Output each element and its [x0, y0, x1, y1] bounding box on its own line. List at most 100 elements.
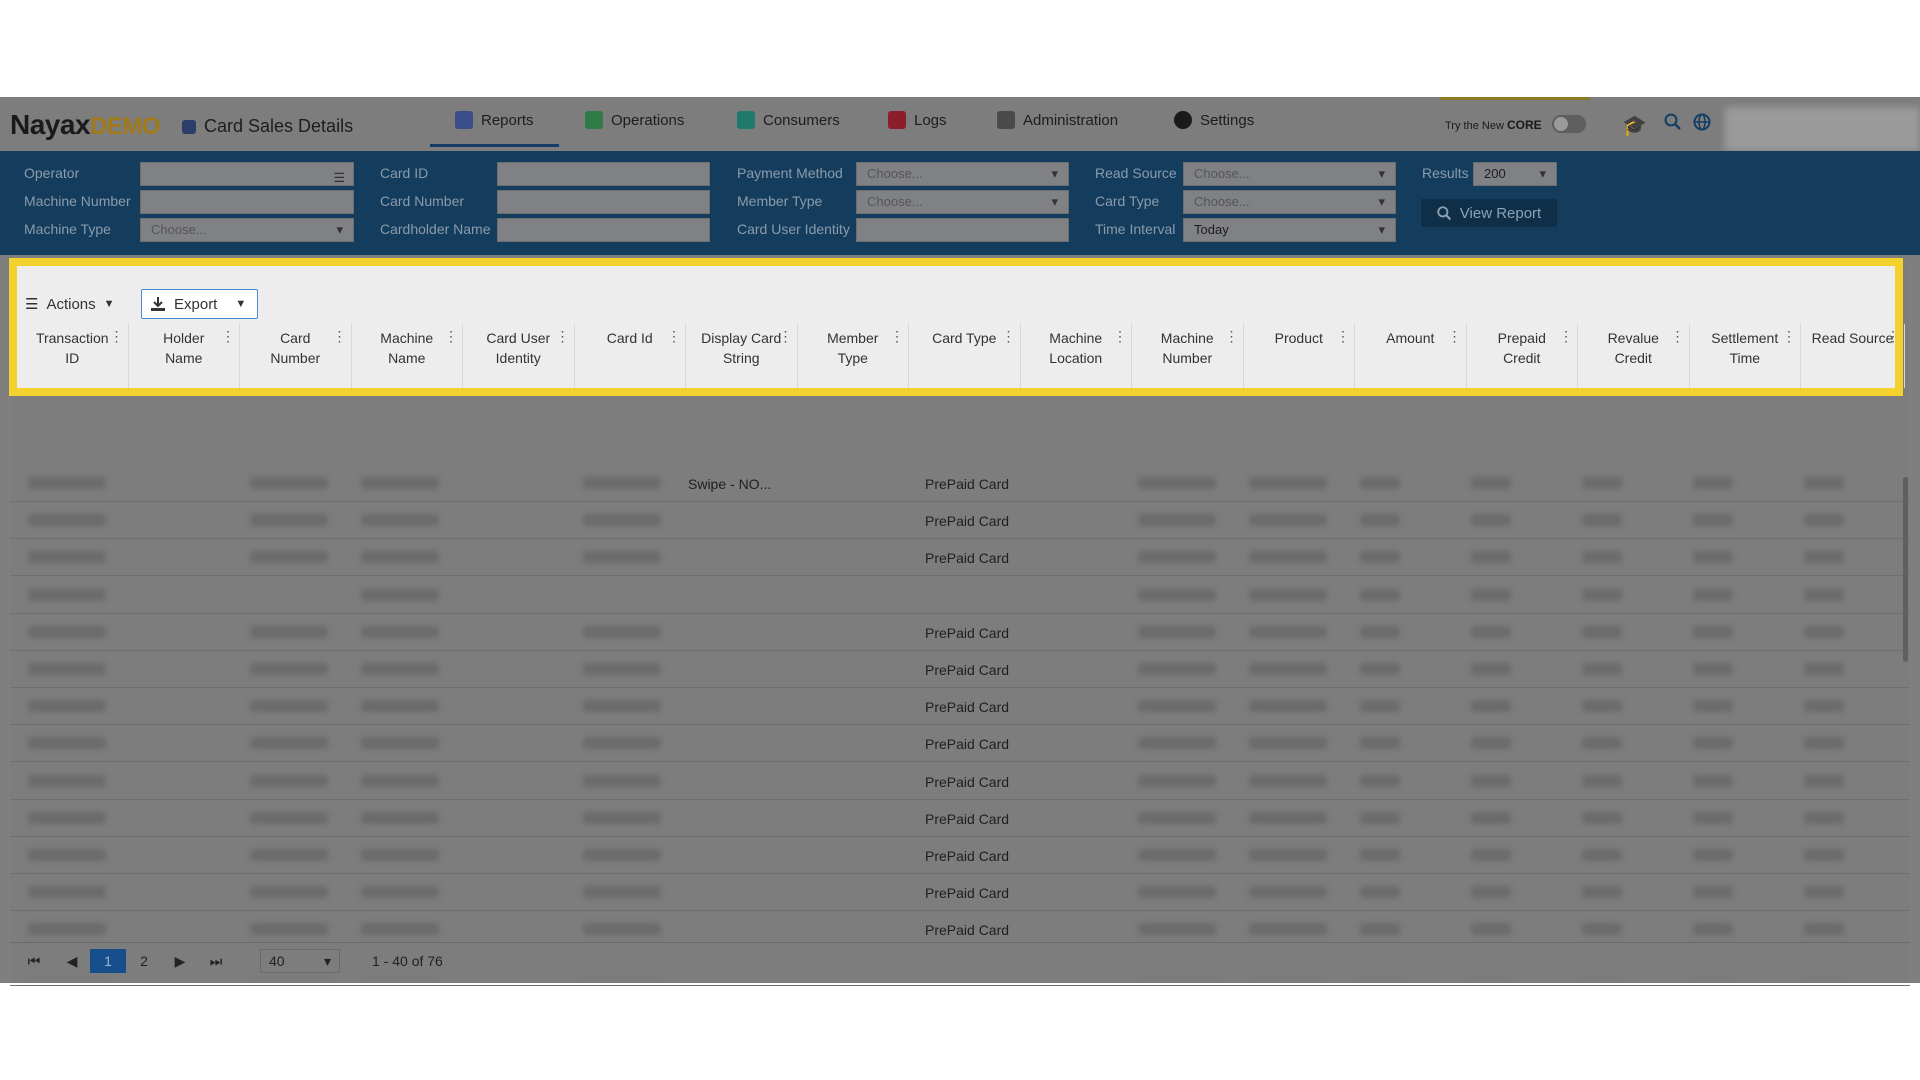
tab-administration[interactable]: Administration [997, 111, 1118, 129]
table-row[interactable]: PrePaid Card [10, 502, 1910, 540]
blurred-cell [1360, 700, 1400, 713]
column-header[interactable]: Product ⋮ [1244, 324, 1355, 388]
column-header[interactable]: Card Type ⋮ [909, 324, 1021, 388]
page-2-button[interactable]: 2 [126, 949, 162, 973]
tab-logs[interactable]: Logs [888, 111, 947, 129]
page-1-button[interactable]: 1 [90, 949, 126, 973]
card-id-field[interactable] [497, 162, 710, 186]
blurred-cell [1693, 551, 1733, 564]
column-menu-icon[interactable]: ⋮ [667, 326, 681, 346]
member-type-select[interactable]: Choose... [856, 190, 1069, 214]
column-header[interactable]: Card Id ⋮ [575, 324, 686, 388]
column-menu-icon[interactable]: ⋮ [890, 326, 904, 346]
tab-settings[interactable]: Settings [1174, 111, 1254, 129]
column-header[interactable]: Card Number ⋮ [240, 324, 352, 388]
column-menu-icon[interactable]: ⋮ [556, 326, 570, 346]
page-size-select[interactable]: 40 ▾ [260, 949, 340, 973]
table-row[interactable]: PrePaid Card [10, 651, 1910, 688]
actions-button[interactable]: ☰ Actions ▼ [17, 289, 123, 319]
try-core-toggle[interactable] [1552, 115, 1586, 133]
table-row[interactable]: PrePaid Card [10, 539, 1910, 577]
column-menu-icon[interactable]: ⋮ [110, 326, 124, 346]
nayax-logo[interactable]: NayaxDEMO [10, 109, 161, 141]
search-icon[interactable] [1664, 113, 1682, 137]
blurred-cell [1582, 588, 1622, 601]
column-menu-icon[interactable]: ⋮ [1002, 326, 1016, 346]
table-row[interactable]: PrePaid Card [10, 688, 1910, 726]
machine-number-field[interactable] [140, 190, 354, 214]
read-source-select[interactable]: Choose... [1183, 162, 1396, 186]
column-menu-icon[interactable]: ⋮ [444, 326, 458, 346]
download-icon [151, 297, 165, 311]
column-header[interactable]: Display Card String ⋮ [686, 324, 798, 388]
column-header[interactable]: Member Type ⋮ [798, 324, 909, 388]
time-interval-select[interactable]: Today [1183, 218, 1396, 242]
grid-scrollbar[interactable] [1903, 477, 1908, 662]
column-header[interactable]: Card User Identity ⋮ [463, 324, 575, 388]
blurred-cell [1138, 588, 1216, 601]
blurred-cell [1360, 886, 1400, 899]
results-select[interactable]: 200 [1473, 162, 1557, 186]
column-header[interactable]: Settlement Time ⋮ [1690, 324, 1801, 388]
view-report-label: View Report [1459, 204, 1542, 222]
column-menu-icon[interactable]: ⋮ [1559, 326, 1573, 346]
blurred-cell [361, 886, 439, 899]
table-row[interactable] [10, 577, 1910, 614]
blurred-cell [28, 663, 106, 675]
column-header[interactable]: Amount ⋮ [1355, 324, 1467, 388]
export-button[interactable]: Export ▼ [141, 289, 258, 319]
column-header[interactable]: Machine Name ⋮ [352, 324, 463, 388]
column-menu-icon[interactable]: ⋮ [1448, 326, 1462, 346]
table-row[interactable]: PrePaid Card Swipe - NO... [10, 465, 1910, 502]
column-menu-icon[interactable]: ⋮ [221, 326, 235, 346]
table-row[interactable]: PrePaid Card [10, 725, 1910, 763]
blurred-cell [1138, 737, 1216, 750]
table-row[interactable]: PrePaid Card [10, 874, 1910, 912]
column-menu-icon[interactable]: ⋮ [1225, 326, 1239, 346]
table-row[interactable]: PrePaid Card [10, 837, 1910, 874]
blurred-cell [28, 551, 106, 564]
tab-consumers[interactable]: Consumers [737, 111, 840, 129]
cardholder-name-field[interactable] [497, 218, 710, 242]
column-header[interactable]: Transaction ID ⋮ [17, 324, 129, 388]
column-header[interactable]: Holder Name ⋮ [129, 324, 240, 388]
column-menu-icon[interactable]: ⋮ [1886, 326, 1900, 346]
tab-reports[interactable]: Reports [455, 111, 534, 129]
next-page-button[interactable]: ▶ [162, 949, 198, 973]
card-type-select[interactable]: Choose... [1183, 190, 1396, 214]
active-tab-indicator [430, 144, 559, 147]
column-header-line2: ID [65, 350, 80, 366]
user-menu-area[interactable] [1725, 107, 1920, 151]
blurred-cell [1693, 477, 1733, 489]
machine-type-select[interactable]: Choose... [140, 218, 354, 242]
table-row[interactable]: PrePaid Card [10, 800, 1910, 837]
column-header[interactable]: Revalue Credit ⋮ [1578, 324, 1690, 388]
column-header[interactable]: Prepaid Credit ⋮ [1467, 324, 1578, 388]
card-user-identity-field[interactable] [856, 218, 1069, 242]
column-header[interactable]: Read Source ⋮ [1801, 324, 1905, 388]
blurred-cell [1582, 551, 1622, 564]
card-number-field[interactable] [497, 190, 710, 214]
column-menu-icon[interactable]: ⋮ [1782, 326, 1796, 346]
globe-icon[interactable] [1693, 113, 1711, 137]
blurred-cell [1804, 663, 1844, 675]
list-icon[interactable]: ☰ [333, 167, 345, 189]
graduation-cap-icon[interactable]: 🎓 [1622, 113, 1647, 138]
prev-page-button[interactable]: ◀ [54, 949, 90, 973]
column-menu-icon[interactable]: ⋮ [779, 326, 793, 346]
payment-method-select[interactable]: Choose... [856, 162, 1069, 186]
tab-operations[interactable]: Operations [585, 111, 684, 129]
column-menu-icon[interactable]: ⋮ [1671, 326, 1685, 346]
view-report-button[interactable]: View Report [1421, 199, 1557, 227]
column-menu-icon[interactable]: ⋮ [1113, 326, 1127, 346]
first-page-button[interactable]: ⏮ [16, 949, 52, 973]
operator-field[interactable]: ☰ [140, 162, 354, 186]
table-row[interactable]: PrePaid Card [10, 763, 1910, 800]
column-menu-icon[interactable]: ⋮ [333, 326, 347, 346]
column-header[interactable]: Machine Location ⋮ [1021, 324, 1132, 388]
column-header[interactable]: Machine Number ⋮ [1132, 324, 1244, 388]
last-page-button[interactable]: ⏭ [198, 949, 234, 973]
blurred-cell [361, 514, 439, 527]
table-row[interactable]: PrePaid Card [10, 614, 1910, 651]
column-menu-icon[interactable]: ⋮ [1336, 326, 1350, 346]
